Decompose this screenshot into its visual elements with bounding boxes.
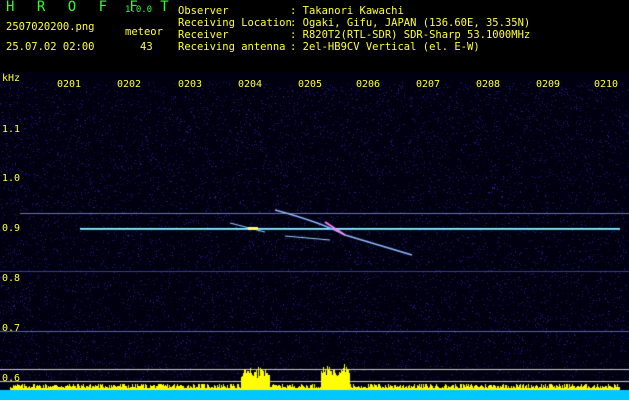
receiver-label: Receiver [178, 29, 229, 41]
x-tick-0203: 0203 [178, 79, 203, 90]
x-tick-0202: 0202 [117, 79, 142, 90]
y-tick-1.0: 1.0 [2, 173, 21, 184]
spectrogram-canvas [0, 72, 629, 400]
header-panel: H R O F F T 1.0.0 2507020200.png meteor … [0, 0, 629, 72]
x-tick-0204: 0204 [238, 79, 263, 90]
y-tick-1.1: 1.1 [2, 124, 21, 135]
antenna-value: : 2el-HB9CV Vertical (el. E-W) [290, 41, 480, 53]
observer-label: Observer [178, 5, 229, 17]
file-name: 2507020200.png [6, 21, 95, 33]
y-tick-0.9: 0.9 [2, 223, 21, 234]
x-tick-0205: 0205 [298, 79, 323, 90]
y-tick-0.6: 0.6 [2, 373, 21, 384]
location-value: : Ogaki, Gifu, JAPAN (136.60E, 35.35N) [290, 17, 531, 29]
y-tick-0.8: 0.8 [2, 273, 21, 284]
location-label: Receiving Location [178, 17, 292, 29]
capture-datetime: 25.07.02 02:00 [6, 41, 95, 53]
x-tick-0210: 0210 [594, 79, 619, 90]
x-tick-0208: 0208 [476, 79, 501, 90]
observer-value: : Takanori Kawachi [290, 5, 404, 17]
x-tick-0207: 0207 [416, 79, 441, 90]
meteor-count: 43 [140, 41, 153, 53]
x-tick-0206: 0206 [356, 79, 381, 90]
y-tick-0.7: 0.7 [2, 323, 21, 334]
y-axis-unit: kHz [2, 73, 21, 84]
x-tick-0209: 0209 [536, 79, 561, 90]
antenna-label: Receiving antenna [178, 41, 286, 53]
app-version: 1.0.0 [125, 5, 153, 15]
receiver-value: : R820T2(RTL-SDR) SDR-Sharp 53.1000MHz [290, 29, 531, 41]
x-tick-0201: 0201 [57, 79, 82, 90]
meteor-label: meteor [125, 26, 163, 38]
